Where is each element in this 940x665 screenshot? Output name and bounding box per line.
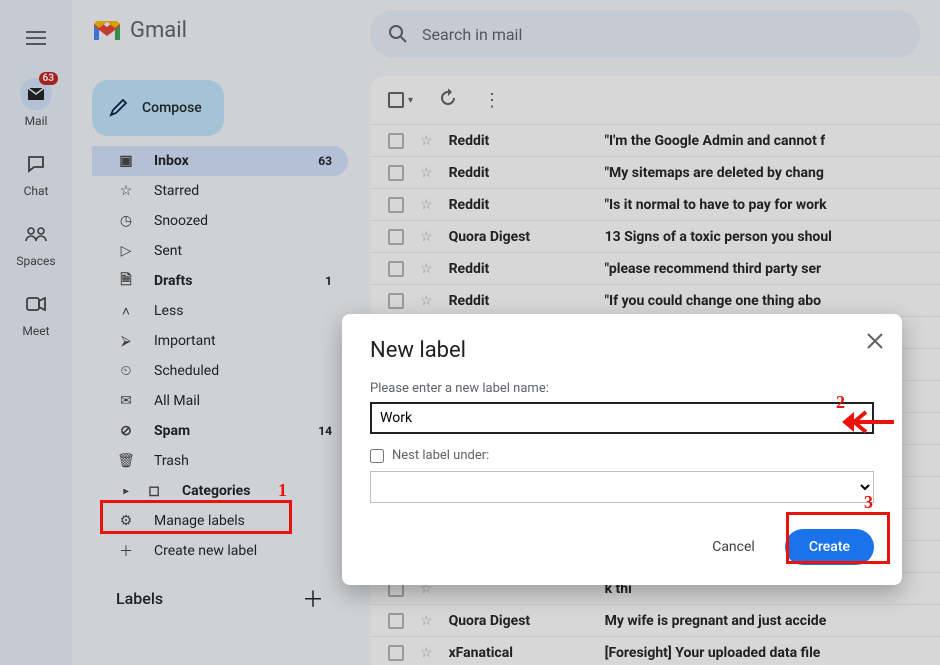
close-button[interactable]: [866, 332, 884, 354]
cancel-button[interactable]: Cancel: [700, 531, 767, 563]
label-name-input[interactable]: [370, 402, 874, 434]
new-label-dialog: New label Please enter a new label name:…: [342, 314, 902, 585]
close-icon: [866, 332, 884, 350]
label-name-prompt: Please enter a new label name:: [370, 381, 874, 396]
nest-checkbox[interactable]: [370, 449, 384, 463]
dialog-title: New label: [370, 338, 874, 363]
create-button[interactable]: Create: [785, 529, 874, 565]
nest-label-text: Nest label under:: [392, 448, 489, 463]
nest-parent-select[interactable]: [370, 471, 874, 503]
